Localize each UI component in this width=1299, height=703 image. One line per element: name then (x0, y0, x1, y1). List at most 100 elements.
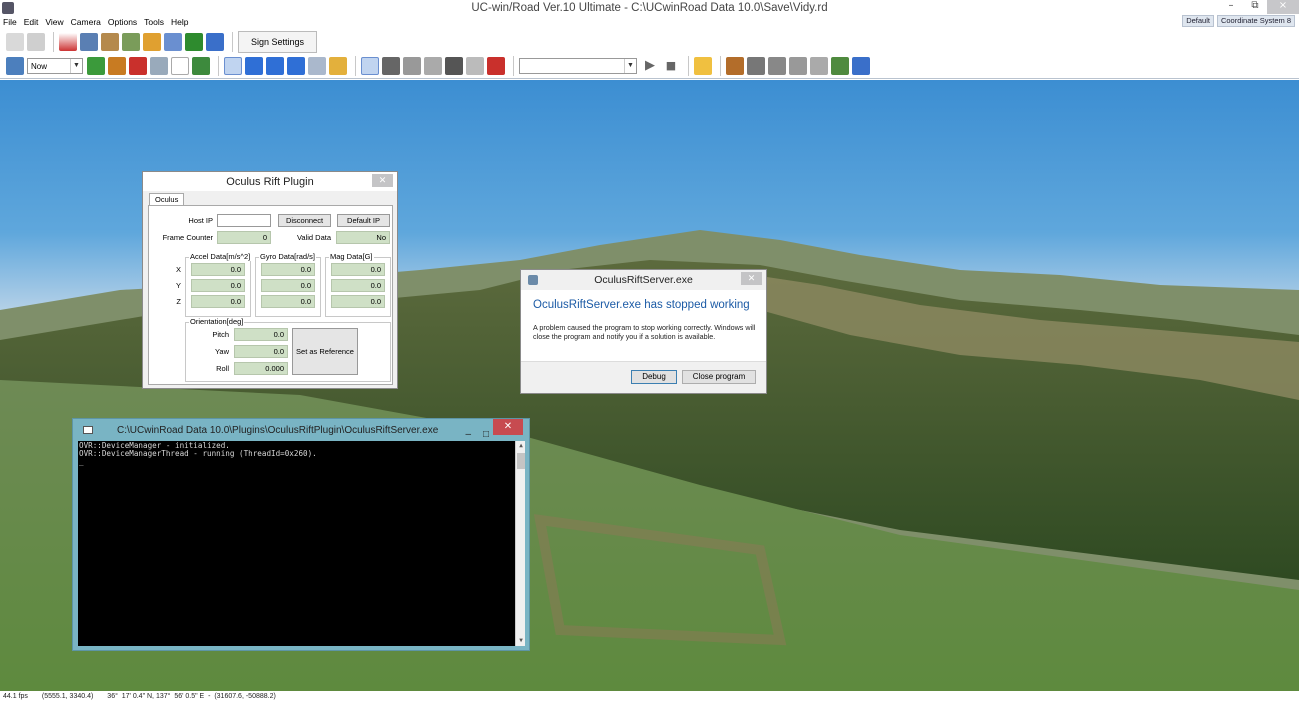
select-icon[interactable] (6, 32, 24, 51)
terrain-icon[interactable] (27, 32, 45, 51)
default-ip-button[interactable]: Default IP (337, 214, 390, 227)
brush-icon[interactable] (694, 57, 712, 75)
oculus-plugin-window: Oculus Rift Plugin ✕ Oculus Host IP Disc… (142, 171, 398, 389)
window-title: UC-win/Road Ver.10 Ultimate - C:\UCwinRo… (471, 2, 828, 14)
menu-options[interactable]: Options (108, 16, 137, 29)
gyro-z: 0.0 (261, 295, 315, 308)
oculus-window-title: Oculus Rift Plugin (143, 172, 397, 191)
texture-icon[interactable] (726, 57, 744, 75)
airplane-icon[interactable] (445, 57, 463, 75)
gate-icon[interactable] (424, 57, 442, 75)
move-vertical-icon[interactable] (245, 57, 263, 75)
console-scrollbar[interactable]: ▲ ▼ (515, 441, 525, 646)
crane-icon[interactable] (466, 57, 484, 75)
grid-icon[interactable] (80, 32, 98, 51)
mag-x: 0.0 (331, 263, 385, 276)
oculus-close-button[interactable]: ✕ (372, 174, 393, 187)
toolbar-separator (355, 56, 356, 76)
menu-file[interactable]: File (3, 16, 17, 29)
mag-label: Mag Data[G] (329, 252, 374, 261)
pedestrian-icon[interactable] (487, 57, 505, 75)
console-output[interactable]: OVR::DeviceManager - initialized. OVR::De… (78, 441, 525, 646)
scroll-thumb[interactable] (517, 453, 525, 469)
close-program-button[interactable]: Close program (682, 370, 756, 384)
minimize-button[interactable]: – (1219, 0, 1243, 14)
frame-counter-value: 0 (217, 231, 271, 244)
mag-z: 0.0 (331, 295, 385, 308)
chart-icon[interactable] (192, 57, 210, 75)
cube-icon[interactable] (852, 57, 870, 75)
console-cursor: _ (79, 457, 84, 466)
menu-view[interactable]: View (45, 16, 63, 29)
host-ip-label: Host IP (188, 216, 213, 225)
toolbar-separator (720, 56, 721, 76)
fly-icon[interactable] (287, 57, 305, 75)
accel-x: 0.0 (191, 263, 245, 276)
model-icon[interactable] (101, 32, 119, 51)
default-button[interactable]: Default (1182, 15, 1214, 27)
menu-bar: File Edit View Camera Options Tools Help (0, 16, 1299, 29)
pitch-value: 0.0 (234, 328, 288, 341)
valid-data-value: No (336, 231, 390, 244)
app-icon[interactable] (2, 2, 14, 14)
pointer-icon[interactable] (361, 57, 379, 75)
3d-viewport[interactable]: Oculus Rift Plugin ✕ Oculus Host IP Disc… (0, 80, 1299, 691)
set-as-reference-button[interactable]: Set as Reference (292, 328, 358, 375)
car-icon[interactable] (382, 57, 400, 75)
people-icon[interactable] (143, 32, 161, 51)
scenario-combo[interactable]: ▼ (519, 58, 637, 74)
pole-icon[interactable] (768, 57, 786, 75)
tunnel-icon[interactable] (747, 57, 765, 75)
host-ip-input[interactable] (217, 214, 271, 227)
text-icon[interactable] (164, 32, 182, 51)
restore-button[interactable]: ⧉ (1243, 0, 1267, 14)
corner-buttons: Default Coordinate System 8 (1182, 15, 1295, 27)
tab-oculus[interactable]: Oculus (149, 193, 185, 205)
rotate-camera-icon[interactable] (224, 57, 242, 75)
title-bar: UC-win/Road Ver.10 Ultimate - C:\UCwinRo… (0, 0, 1299, 16)
stop-icon[interactable]: ■ (662, 57, 680, 75)
disconnect-button[interactable]: Disconnect (278, 214, 331, 227)
close-button[interactable]: × (1267, 0, 1299, 14)
menu-help[interactable]: Help (171, 16, 188, 29)
pan-icon[interactable] (308, 57, 326, 75)
forest-icon[interactable] (185, 32, 203, 51)
console-close-button[interactable]: ✕ (493, 419, 523, 435)
sign-settings-button[interactable]: Sign Settings (238, 30, 318, 53)
stop-traffic-icon[interactable] (129, 57, 147, 75)
run-icon[interactable] (87, 57, 105, 75)
spline-icon[interactable] (789, 57, 807, 75)
cloud-icon[interactable] (150, 57, 168, 75)
error-dialog-title: OculusRiftServer.exe (521, 270, 766, 290)
scroll-up-icon[interactable]: ▲ (516, 441, 525, 451)
scroll-down-icon[interactable]: ▼ (516, 636, 525, 646)
walk-icon[interactable] (329, 57, 347, 75)
toolbar-separator (513, 56, 514, 76)
move-all-icon[interactable] (266, 57, 284, 75)
menu-camera[interactable]: Camera (71, 16, 101, 29)
ruler-icon[interactable] (171, 57, 189, 75)
document-icon[interactable] (810, 57, 828, 75)
geo-coords-readout: 36° 17' 0.4" N, 137° 56' 0.5" E - (31607… (107, 693, 276, 700)
signal-icon[interactable] (403, 57, 421, 75)
road-icon[interactable] (59, 32, 77, 51)
error-close-button[interactable]: ✕ (741, 272, 762, 285)
frame-counter-label: Frame Counter (162, 233, 213, 242)
menu-tools[interactable]: Tools (144, 16, 164, 29)
coordinate-system-button[interactable]: Coordinate System 8 (1216, 15, 1295, 27)
axis-x-label: X (175, 265, 181, 274)
time-combo[interactable]: Now ▼ (27, 58, 83, 74)
debug-button[interactable]: Debug (631, 370, 677, 384)
app-icon (528, 275, 538, 285)
traffic-icon[interactable] (108, 57, 126, 75)
tree-add-icon[interactable] (831, 57, 849, 75)
tree-edit-icon[interactable] (122, 32, 140, 51)
image-icon[interactable] (206, 32, 224, 51)
menu-edit[interactable]: Edit (24, 16, 39, 29)
screen-coords-readout: (5555.1, 3340.4) (41, 693, 94, 700)
weather-icon[interactable] (6, 57, 24, 75)
console-title: C:\UCwinRoad Data 10.0\Plugins\OculusRif… (117, 425, 439, 436)
error-heading: OculusRiftServer.exe has stopped working (533, 299, 750, 311)
play-icon[interactable]: ▶ (641, 57, 659, 75)
secondary-toolbar: Now ▼ ▼ ▶ ■ (0, 54, 1299, 79)
